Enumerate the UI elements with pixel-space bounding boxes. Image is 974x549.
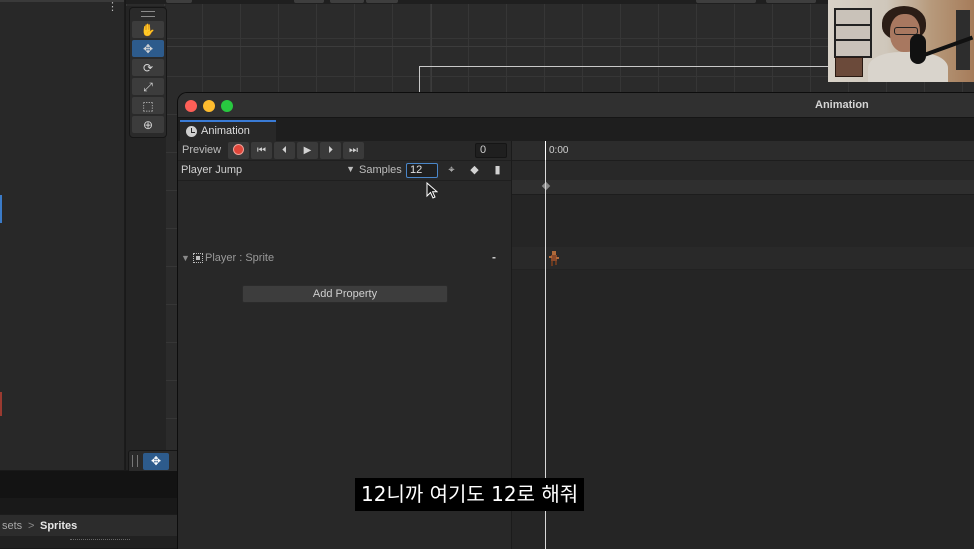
window-title-bar[interactable]: Animation bbox=[178, 93, 974, 118]
project-header-band bbox=[0, 471, 178, 498]
property-name: Player : Sprite bbox=[205, 252, 275, 264]
rect-icon: ⬚ bbox=[142, 98, 154, 113]
scene-tab-stub[interactable] bbox=[766, 0, 816, 3]
skip-to-end-icon: ⏭ bbox=[349, 145, 358, 156]
remove-property-button[interactable]: - bbox=[492, 250, 496, 264]
first-frame-button[interactable]: ⏮ bbox=[251, 142, 272, 159]
dropdown-arrow-icon: ▼ bbox=[346, 164, 355, 174]
webcam-overlay bbox=[828, 0, 974, 82]
scene-tab-stub[interactable] bbox=[330, 0, 364, 3]
breadcrumb-separator: > bbox=[28, 520, 35, 532]
last-frame-button[interactable]: ⏭ bbox=[343, 142, 364, 159]
move-view-button[interactable]: ✥ bbox=[143, 453, 169, 470]
tab-label: Animation bbox=[201, 125, 250, 137]
add-property-button[interactable]: Add Property bbox=[242, 285, 448, 303]
filter-keyframes-button[interactable]: ⌖ bbox=[441, 162, 462, 179]
tab-strip: Animation bbox=[178, 118, 974, 141]
transform-tool-button[interactable]: ⊕ bbox=[132, 116, 164, 133]
hand-tool-button[interactable]: ✋ bbox=[132, 21, 164, 38]
microphone bbox=[910, 34, 926, 64]
time-ruler[interactable]: 0:00 bbox=[512, 141, 974, 161]
view-options-toolbar: ✥ bbox=[128, 450, 180, 473]
samples-input[interactable]: 12 bbox=[406, 163, 438, 178]
scene-tab-stub[interactable] bbox=[294, 0, 324, 3]
clip-name: Player Jump bbox=[181, 164, 243, 176]
window-title: Animation bbox=[815, 99, 869, 111]
record-button[interactable] bbox=[228, 142, 249, 159]
tools-drag-handle[interactable] bbox=[130, 8, 166, 20]
add-keyframe-button[interactable]: ◆ bbox=[464, 162, 485, 179]
add-event-button[interactable]: ▮ bbox=[487, 162, 508, 179]
playback-toolbar: Preview ⏮ ⏴ ▶ ⏵ ⏭ 0 bbox=[178, 141, 511, 161]
move-icon: ✥ bbox=[150, 454, 162, 468]
tab-animation[interactable]: Animation bbox=[180, 120, 276, 141]
project-breadcrumb: sets > Sprites bbox=[0, 514, 178, 537]
rotate-icon: ⟳ bbox=[142, 60, 154, 75]
sprite-renderer-icon bbox=[193, 253, 203, 263]
rect-tool-button[interactable]: ⬚ bbox=[132, 97, 164, 114]
scene-tab-stub[interactable] bbox=[166, 0, 192, 3]
panel-menu-icon[interactable]: ⋮ bbox=[107, 2, 118, 13]
close-window-button[interactable] bbox=[185, 100, 197, 112]
toolbar-drag-handle[interactable] bbox=[132, 455, 138, 467]
panel-header-line bbox=[0, 0, 124, 2]
sprite-keyframe-thumbnail[interactable] bbox=[547, 250, 561, 268]
samples-label: Samples bbox=[359, 164, 402, 176]
presenter-shirt bbox=[868, 52, 948, 82]
breadcrumb-parent[interactable]: sets bbox=[2, 520, 22, 532]
hierarchy-panel: ⋮ bbox=[0, 0, 125, 470]
video-subtitle: 12니까 여기도 12로 해줘 bbox=[355, 478, 585, 511]
scale-icon: ⤢ bbox=[143, 79, 153, 94]
add-keyframe-icon: ◆ bbox=[470, 164, 479, 176]
time-label: 0:00 bbox=[549, 145, 569, 156]
preview-toggle[interactable]: Preview bbox=[182, 144, 221, 156]
playhead-handle[interactable] bbox=[545, 141, 546, 160]
transform-icon: ⊕ bbox=[142, 117, 154, 132]
zoom-window-button[interactable] bbox=[221, 100, 233, 112]
project-item-fragment bbox=[70, 539, 130, 543]
clip-toolbar: Player Jump ▼ Samples 12 ⌖ ◆ ▮ bbox=[178, 161, 511, 181]
mouse-cursor-icon bbox=[426, 182, 438, 199]
event-track[interactable] bbox=[512, 161, 974, 181]
foldout-arrow-icon[interactable]: ▼ bbox=[181, 253, 190, 263]
play-button[interactable]: ▶ bbox=[297, 142, 318, 159]
project-content-area bbox=[0, 536, 178, 548]
scene-tab-stub[interactable] bbox=[696, 0, 756, 3]
sprite-track[interactable] bbox=[512, 247, 974, 270]
clip-dropdown[interactable]: Player Jump ▼ bbox=[181, 162, 355, 179]
step-forward-icon: ⏵ bbox=[328, 145, 333, 156]
summary-track[interactable] bbox=[512, 180, 974, 195]
selection-edge-marker bbox=[0, 195, 2, 223]
scene-tools-overlay: ✋ ✥ ⟳ ⤢ ⬚ ⊕ bbox=[129, 7, 167, 138]
scale-tool-button[interactable]: ⤢ bbox=[132, 78, 164, 95]
summary-keyframe[interactable] bbox=[541, 181, 551, 191]
skip-to-start-icon: ⏮ bbox=[257, 145, 266, 156]
breadcrumb-current[interactable]: Sprites bbox=[40, 520, 77, 532]
wall-shelf bbox=[834, 8, 872, 58]
play-icon: ▶ bbox=[303, 145, 312, 156]
minimize-window-button[interactable] bbox=[203, 100, 215, 112]
add-event-icon: ▮ bbox=[494, 164, 501, 176]
previous-frame-button[interactable]: ⏴ bbox=[274, 142, 295, 159]
error-edge-marker bbox=[0, 392, 2, 416]
move-icon: ✥ bbox=[142, 41, 154, 56]
frame-input[interactable]: 0 bbox=[475, 143, 507, 158]
next-frame-button[interactable]: ⏵ bbox=[320, 142, 341, 159]
framed-photo bbox=[835, 57, 863, 77]
property-row-player-sprite[interactable]: ▼ Player : Sprite - bbox=[178, 249, 511, 269]
scene-tab-stub[interactable] bbox=[366, 0, 398, 3]
crosshair-icon: ⌖ bbox=[448, 164, 455, 176]
clock-icon bbox=[186, 126, 197, 137]
record-icon bbox=[233, 143, 244, 155]
hand-icon: ✋ bbox=[140, 22, 156, 37]
move-tool-button[interactable]: ✥ bbox=[132, 40, 164, 57]
step-back-icon: ⏴ bbox=[282, 145, 287, 156]
rotate-tool-button[interactable]: ⟳ bbox=[132, 59, 164, 76]
